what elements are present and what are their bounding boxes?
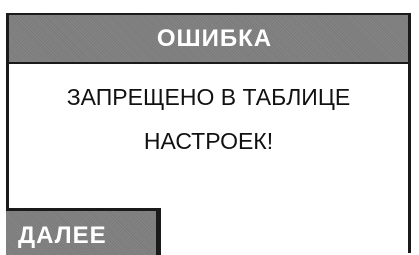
next-button[interactable]: ДАЛЕЕ xyxy=(6,208,161,255)
error-message-line-2: НАСТРОЕК! xyxy=(143,128,274,154)
dialog-title-bar: ОШИБКА xyxy=(9,15,408,64)
error-message: ЗАПРЕЩЕНО В ТАБЛИЦЕ НАСТРОЕК! xyxy=(9,75,408,163)
next-button-label: ДАЛЕЕ xyxy=(18,222,107,249)
error-message-line-1: ЗАПРЕЩЕНО В ТАБЛИЦЕ xyxy=(66,84,351,110)
error-dialog: ОШИБКА ЗАПРЕЩЕНО В ТАБЛИЦЕ НАСТРОЕК! ДАЛ… xyxy=(6,13,411,255)
dialog-title: ОШИБКА xyxy=(156,24,273,52)
